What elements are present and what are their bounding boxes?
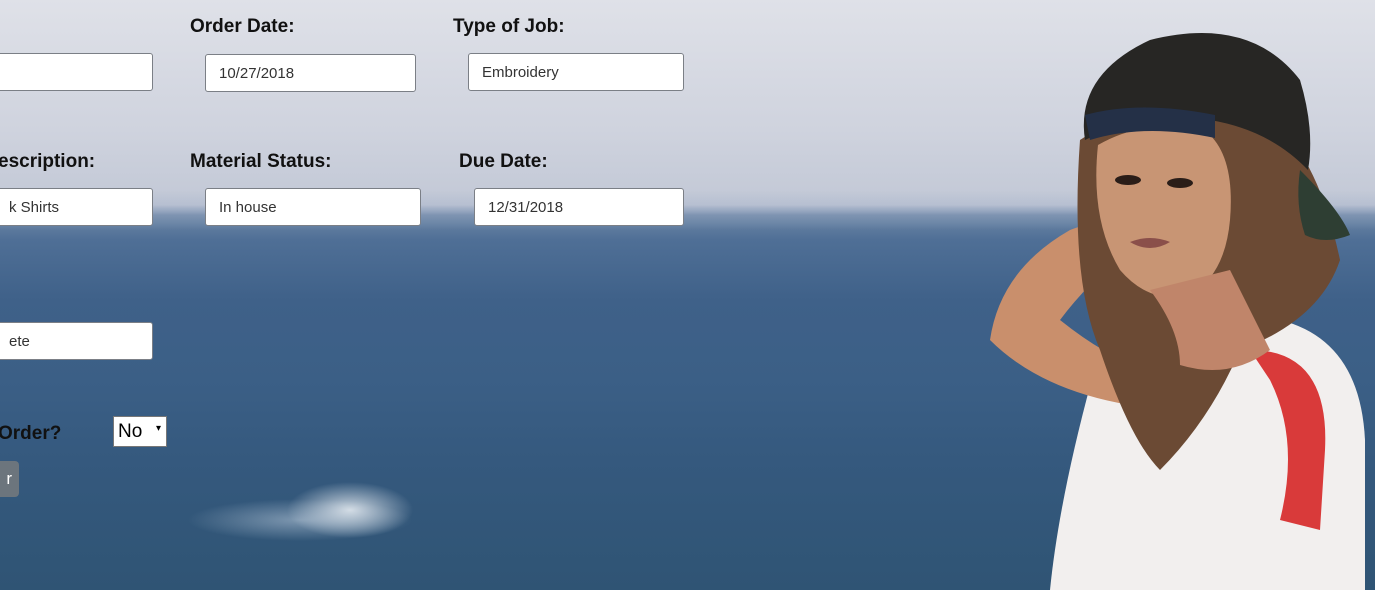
row1-first-field[interactable] <box>0 53 153 91</box>
due-date-field[interactable] <box>474 188 684 226</box>
description-field[interactable] <box>0 188 153 226</box>
reorder-select[interactable]: No ▾ <box>113 416 167 447</box>
reorder-select-value: No <box>118 421 143 442</box>
due-date-label: Due Date: <box>459 151 548 172</box>
description-label: escription: <box>0 151 96 172</box>
material-status-label: Material Status: <box>190 151 332 172</box>
status-field[interactable] <box>0 322 153 360</box>
order-date-field[interactable] <box>205 54 416 92</box>
submit-button[interactable]: r <box>0 461 19 497</box>
reorder-label: Order? <box>0 423 62 444</box>
type-of-job-label: Type of Job: <box>453 16 565 37</box>
material-status-field[interactable] <box>205 188 421 226</box>
type-of-job-field[interactable] <box>468 53 684 91</box>
person-photo <box>990 33 1365 590</box>
order-date-label: Order Date: <box>190 16 295 37</box>
chevron-down-icon: ▾ <box>155 423 161 434</box>
